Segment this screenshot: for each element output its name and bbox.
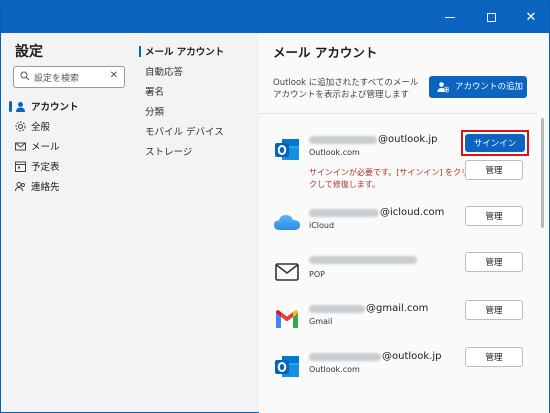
nav-item-general[interactable]: 全般 bbox=[9, 116, 129, 136]
maximize-icon bbox=[486, 12, 496, 22]
settings-nav: アカウント 全般 メール 予定表 連絡先 bbox=[9, 96, 129, 196]
account-provider: POP bbox=[309, 270, 325, 279]
account-email: @outlook.jp bbox=[309, 134, 438, 145]
title-bar: ✕ bbox=[1, 1, 549, 33]
search-icon bbox=[20, 71, 30, 81]
add-account-label: アカウントの追加 bbox=[455, 82, 524, 92]
manage-button[interactable]: 管理 bbox=[465, 160, 523, 180]
redacted-text bbox=[309, 208, 379, 217]
subnav-item-label: 署名 bbox=[145, 87, 165, 98]
sign-in-button[interactable]: サインイン bbox=[465, 134, 525, 152]
outlook-logo bbox=[275, 139, 299, 160]
outlook-logo bbox=[275, 356, 299, 377]
account-provider: Gmail bbox=[309, 317, 333, 326]
subnav-item-categories[interactable]: 分類 bbox=[139, 101, 257, 121]
subnav-item-label: 自動応答 bbox=[145, 67, 184, 78]
account-provider: Outlook.com bbox=[309, 365, 360, 374]
nav-item-account[interactable]: アカウント bbox=[9, 96, 129, 116]
gear-icon bbox=[15, 121, 26, 132]
add-account-button[interactable]: アカウントの追加 bbox=[429, 76, 527, 98]
nav-item-label: 全般 bbox=[31, 122, 51, 133]
minimize-icon bbox=[445, 16, 455, 18]
redacted-text bbox=[309, 352, 381, 361]
nav-item-label: 連絡先 bbox=[31, 182, 60, 193]
redacted-text bbox=[309, 135, 377, 144]
account-subnav: メール アカウント 自動応答 署名 分類 モバイル デバイス ストレージ bbox=[139, 41, 257, 161]
selection-indicator bbox=[139, 46, 141, 57]
manage-button[interactable]: 管理 bbox=[465, 300, 523, 320]
settings-title: 設定 bbox=[15, 44, 43, 60]
account-provider: iCloud bbox=[309, 221, 335, 230]
search-input[interactable]: 設定を検索 ✕ bbox=[13, 66, 125, 88]
close-button[interactable]: ✕ bbox=[514, 1, 548, 33]
subnav-item-mail-accounts[interactable]: メール アカウント bbox=[139, 41, 257, 61]
manage-button[interactable]: 管理 bbox=[465, 206, 523, 226]
account-email: @gmail.com bbox=[309, 303, 428, 314]
gmail-logo bbox=[276, 310, 298, 328]
sign-in-highlight: サインイン bbox=[461, 130, 529, 156]
mail-envelope-logo bbox=[275, 263, 299, 281]
minimize-button[interactable] bbox=[433, 1, 467, 33]
account-provider: Outlook.com bbox=[309, 148, 360, 157]
subnav-item-mobile-devices[interactable]: モバイル デバイス bbox=[139, 121, 257, 141]
subnav-item-signature[interactable]: 署名 bbox=[139, 81, 257, 101]
nav-item-label: メール bbox=[31, 142, 60, 153]
calendar-icon bbox=[15, 161, 26, 172]
settings-window: ✕ 設定 設定を検索 ✕ アカウント 全般 メール 予定表 連絡先 メール アカ… bbox=[0, 0, 550, 413]
subnav-item-auto-reply[interactable]: 自動応答 bbox=[139, 61, 257, 81]
nav-item-label: 予定表 bbox=[31, 162, 60, 173]
subnav-item-label: ストレージ bbox=[145, 147, 193, 158]
subnav-item-label: メール アカウント bbox=[145, 47, 225, 58]
account-domain: @outlook.jp bbox=[378, 134, 438, 145]
account-domain: @outlook.jp bbox=[382, 351, 442, 362]
account-email: @icloud.com bbox=[309, 207, 444, 218]
selection-indicator bbox=[9, 101, 12, 112]
account-email: @outlook.jp bbox=[309, 351, 442, 362]
subnav-item-label: モバイル デバイス bbox=[145, 127, 224, 138]
sign-in-error-message: サインインが必要です。[サインイン] をクリックして修復します。 bbox=[309, 168, 477, 189]
people-icon bbox=[15, 182, 25, 192]
account-domain: @icloud.com bbox=[380, 207, 445, 218]
account-email bbox=[309, 256, 418, 264]
mail-accounts-panel: メール アカウント Outlook に追加されたすべてのメール アカウントを表示… bbox=[259, 33, 549, 413]
manage-button[interactable]: 管理 bbox=[465, 252, 523, 272]
nav-item-contacts[interactable]: 連絡先 bbox=[9, 176, 129, 196]
close-icon: ✕ bbox=[525, 9, 537, 25]
mail-icon bbox=[15, 142, 26, 151]
nav-item-label: アカウント bbox=[31, 102, 79, 113]
icloud-logo bbox=[274, 215, 300, 230]
search-placeholder: 設定を検索 bbox=[34, 74, 80, 84]
scrollbar[interactable] bbox=[541, 118, 544, 228]
add-person-icon bbox=[437, 82, 449, 93]
manage-button[interactable]: 管理 bbox=[465, 347, 523, 367]
person-icon bbox=[16, 102, 25, 112]
subnav-item-label: 分類 bbox=[145, 107, 165, 118]
account-domain: @gmail.com bbox=[366, 303, 429, 314]
divider bbox=[259, 113, 537, 114]
nav-item-calendar[interactable]: 予定表 bbox=[9, 156, 129, 176]
page-title: メール アカウント bbox=[273, 45, 378, 60]
redacted-text bbox=[309, 304, 365, 313]
page-description: Outlook に追加されたすべてのメール アカウントを表示および管理します bbox=[273, 78, 419, 100]
nav-item-mail[interactable]: メール bbox=[9, 136, 129, 156]
redacted-text bbox=[309, 256, 417, 264]
maximize-button[interactable] bbox=[474, 1, 508, 33]
clear-search-icon[interactable]: ✕ bbox=[110, 70, 118, 81]
subnav-item-storage[interactable]: ストレージ bbox=[139, 141, 257, 161]
